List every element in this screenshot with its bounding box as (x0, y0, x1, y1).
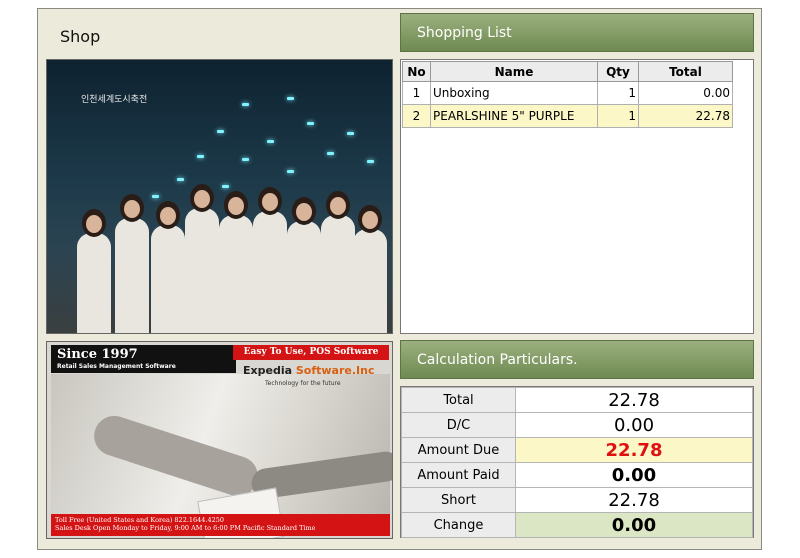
ad-easy-banner: Easy To Use, POS Software (233, 345, 389, 360)
column-header-total[interactable]: Total (638, 61, 733, 82)
total-label: Total (401, 387, 516, 413)
column-header-qty[interactable]: Qty (597, 61, 639, 82)
row-no: 1 (402, 81, 431, 105)
ad-tagline: Retail Sales Management Software (57, 363, 176, 370)
light-spark (177, 178, 184, 181)
calc-row-amount-due: Amount Due 22.78 (401, 437, 753, 463)
change-value: 0.00 (515, 512, 753, 538)
video-person (115, 194, 149, 333)
dc-value: 0.00 (515, 412, 753, 438)
ad-footer: Toll Free (United States and Korea) 822.… (51, 514, 390, 536)
advertisement-banner[interactable]: Since 1997 Retail Sales Management Softw… (46, 341, 393, 539)
amount-due-label: Amount Due (401, 437, 516, 463)
light-spark (242, 103, 249, 106)
light-spark (327, 152, 334, 155)
amount-paid-value: 0.00 (515, 462, 753, 488)
light-spark (367, 160, 374, 163)
light-spark (197, 155, 204, 158)
calculation-panel: Total 22.78 D/C 0.00 Amount Due 22.78 Am… (400, 386, 754, 538)
amount-due-value: 22.78 (515, 437, 753, 463)
video-person (219, 191, 253, 333)
calc-row-short: Short 22.78 (401, 487, 753, 513)
table-row[interactable]: 2 PEARLSHINE 5" PURPLE 1 22.78 (402, 104, 733, 128)
ad-tech-slogan: Technology for the future (265, 380, 341, 387)
light-spark (287, 170, 294, 173)
row-total: 22.78 (638, 104, 733, 128)
ad-footer-hours: Sales Desk Open Monday to Friday, 9:00 A… (55, 524, 316, 532)
ad-since-text: Since 1997 (57, 347, 138, 362)
video-person (353, 205, 387, 333)
table-header-row: No Name Qty Total (402, 61, 733, 82)
light-spark (347, 132, 354, 135)
total-value: 22.78 (515, 387, 753, 413)
dc-label: D/C (401, 412, 516, 438)
calc-row-dc: D/C 0.00 (401, 412, 753, 438)
row-name: PEARLSHINE 5" PURPLE (430, 104, 598, 128)
video-person (77, 209, 111, 333)
short-value: 22.78 (515, 487, 753, 513)
shopping-list-table: No Name Qty Total 1 Unboxing 1 0.00 2 PE… (402, 61, 733, 128)
column-header-name[interactable]: Name (430, 61, 598, 82)
change-label: Change (401, 512, 516, 538)
row-qty: 1 (597, 81, 639, 105)
column-header-no[interactable]: No (402, 61, 431, 82)
ad-brand-part1: Expedia (243, 364, 296, 377)
ad-brand-part2: Software.Inc (295, 364, 375, 377)
video-player[interactable]: 인천세계도시축전 (46, 59, 393, 334)
shopping-list-grid[interactable]: No Name Qty Total 1 Unboxing 1 0.00 2 PE… (400, 59, 754, 334)
light-spark (242, 158, 249, 161)
video-person (287, 197, 321, 333)
video-person (185, 184, 219, 333)
light-spark (287, 97, 294, 100)
calculation-header: Calculation Particulars. (400, 340, 754, 379)
light-spark (307, 122, 314, 125)
video-person (321, 191, 355, 333)
shopping-list-header: Shopping List (400, 13, 754, 52)
short-label: Short (401, 487, 516, 513)
row-name: Unboxing (430, 81, 598, 105)
row-no: 2 (402, 104, 431, 128)
ad-footer-phone: Toll Free (United States and Korea) 822.… (55, 516, 225, 524)
calc-row-change: Change 0.00 (401, 512, 753, 538)
light-spark (222, 185, 229, 188)
light-spark (267, 140, 274, 143)
video-person (253, 187, 287, 333)
calculation-table: Total 22.78 D/C 0.00 Amount Due 22.78 Am… (401, 387, 753, 538)
calc-row-amount-paid: Amount Paid 0.00 (401, 462, 753, 488)
shop-title: Shop (60, 27, 101, 46)
amount-paid-label: Amount Paid (401, 462, 516, 488)
ad-since-box: Since 1997 Retail Sales Management Softw… (51, 345, 236, 373)
light-spark (217, 130, 224, 133)
video-person (151, 201, 185, 333)
row-qty: 1 (597, 104, 639, 128)
row-total: 0.00 (638, 81, 733, 105)
table-row[interactable]: 1 Unboxing 1 0.00 (402, 81, 733, 105)
ad-brand-logo: Expedia Software.Inc (243, 364, 374, 377)
light-spark (152, 195, 159, 198)
ad-photo (51, 374, 392, 538)
calc-row-total: Total 22.78 (401, 387, 753, 413)
video-caption: 인천세계도시축전 (81, 95, 148, 105)
